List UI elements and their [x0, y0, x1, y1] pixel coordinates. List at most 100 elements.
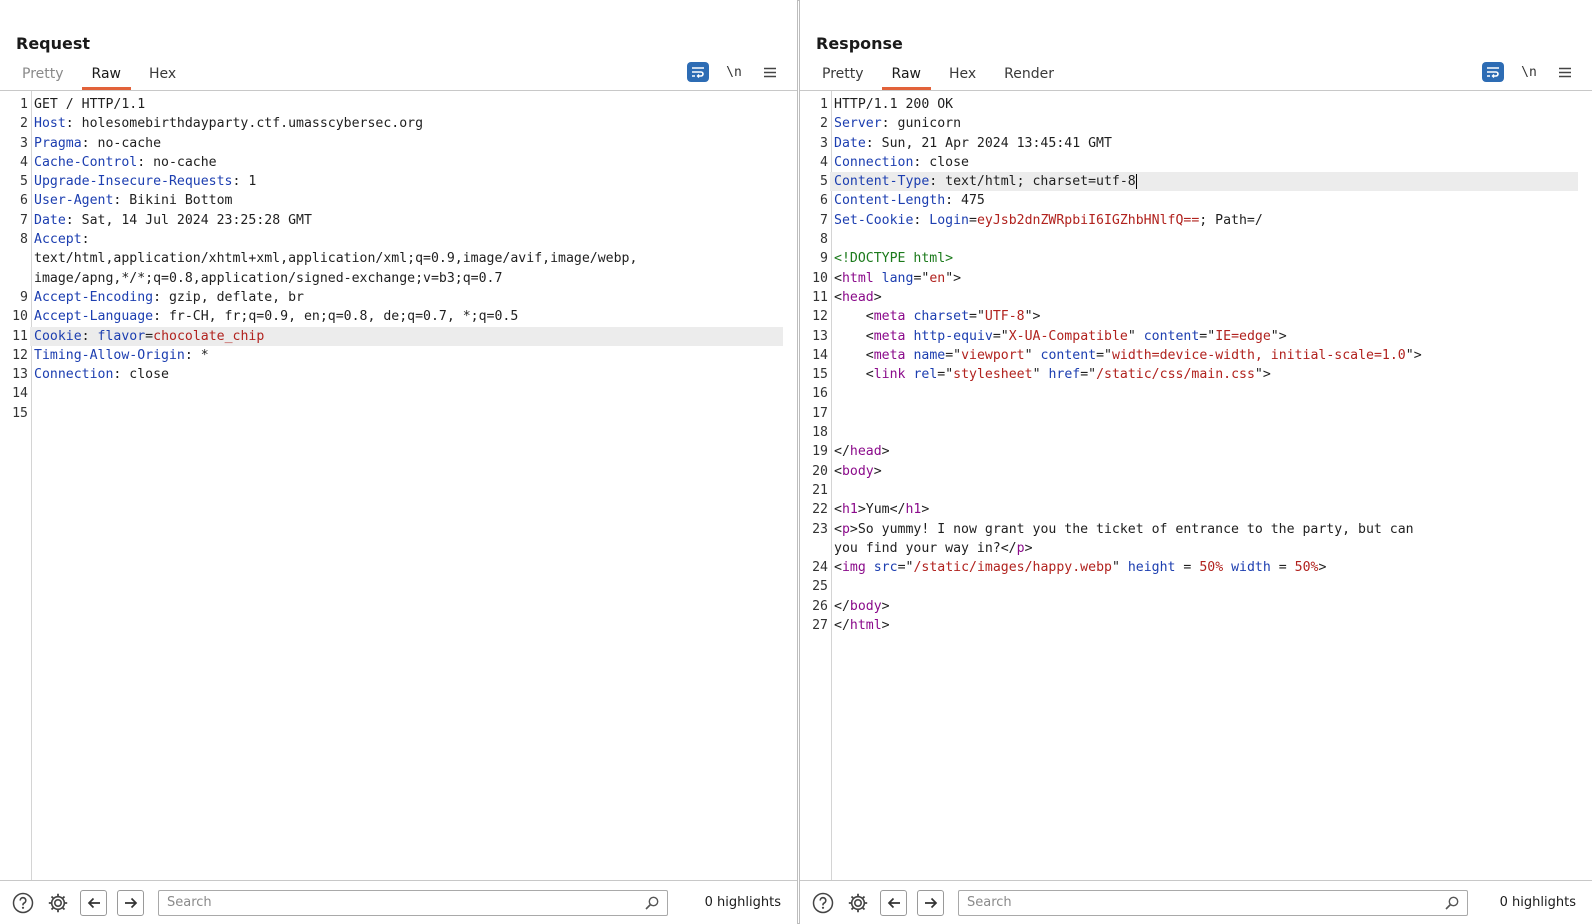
code-line[interactable]: 11 Cookie: flavor=chocolate_chip [0, 326, 783, 346]
line-text[interactable]: <head> [830, 288, 1578, 307]
search-input[interactable] [967, 895, 1445, 910]
code-line[interactable]: 15 [0, 404, 783, 423]
line-text[interactable]: </html> [830, 616, 1578, 635]
menu-button[interactable] [759, 62, 781, 82]
tab-pretty[interactable]: Pretty [808, 62, 878, 90]
code-line[interactable]: 20 <body> [800, 462, 1578, 481]
line-text[interactable]: Date: Sun, 21 Apr 2024 13:45:41 GMT [830, 134, 1578, 153]
line-text[interactable] [30, 384, 783, 403]
previous-match-button[interactable] [80, 889, 107, 916]
tab-raw[interactable]: Raw [78, 62, 135, 90]
line-text[interactable]: Connection: close [30, 365, 783, 384]
code-line[interactable]: 5 Content-Type: text/html; charset=utf-8 [800, 172, 1578, 192]
code-line[interactable]: 14 [0, 384, 783, 403]
line-text[interactable]: <img src="/static/images/happy.webp" hei… [830, 558, 1578, 577]
code-line[interactable]: 6 User-Agent: Bikini Bottom [0, 191, 783, 210]
code-line[interactable]: 8 [800, 230, 1578, 249]
code-line[interactable]: 12 <meta charset="UTF-8"> [800, 307, 1578, 326]
line-text[interactable] [830, 230, 1578, 249]
code-line[interactable]: 24 <img src="/static/images/happy.webp" h… [800, 558, 1578, 577]
request-editor[interactable]: 1 GET / HTTP/1.1 2 Host: holesomebirthdaypa… [0, 90, 797, 880]
code-line[interactable]: 15 <link rel="stylesheet" href="/static/… [800, 365, 1578, 384]
line-text[interactable]: Content-Length: 475 [830, 191, 1578, 210]
code-line[interactable]: 22 <h1>Yum</h1> [800, 500, 1578, 519]
line-text[interactable]: Cache-Control: no-cache [30, 153, 783, 172]
code-line[interactable]: 4 Cache-Control: no-cache [0, 153, 783, 172]
next-match-button[interactable] [917, 889, 944, 916]
menu-button[interactable] [1554, 62, 1576, 82]
show-newlines-button[interactable]: \n [1518, 62, 1540, 82]
code-line[interactable]: 3 Date: Sun, 21 Apr 2024 13:45:41 GMT [800, 134, 1578, 153]
line-text[interactable]: Pragma: no-cache [30, 134, 783, 153]
line-text[interactable]: Accept: text/html,application/xhtml+xml,a… [30, 230, 783, 288]
tab-hex[interactable]: Hex [935, 62, 990, 90]
code-line[interactable]: 8 Accept: text/html,application/xhtml+xml,… [0, 230, 783, 288]
code-line[interactable]: 13 Connection: close [0, 365, 783, 384]
settings-button[interactable] [45, 890, 70, 915]
line-text[interactable]: </head> [830, 442, 1578, 461]
line-text[interactable] [830, 577, 1578, 596]
line-text[interactable]: Cookie: flavor=chocolate_chip [30, 326, 783, 346]
tab-pretty[interactable]: Pretty [8, 62, 78, 90]
code-line[interactable]: 23 <p>So yummy! I now grant you the ticke… [800, 520, 1578, 559]
line-text[interactable]: Host: holesomebirthdayparty.ctf.umasscyb… [30, 114, 783, 133]
line-text[interactable]: Set-Cookie: Login=eyJsb2dnZWRpbiI6IGZhbH… [830, 211, 1578, 230]
code-line[interactable]: 27 </html> [800, 616, 1578, 635]
line-text[interactable]: <body> [830, 462, 1578, 481]
line-text[interactable]: <html lang="en"> [830, 269, 1578, 288]
line-text[interactable] [830, 481, 1578, 500]
code-line[interactable]: 13 <meta http-equiv="X-UA-Compatible" co… [800, 327, 1578, 346]
line-text[interactable]: Timing-Allow-Origin: * [30, 346, 783, 365]
line-text[interactable]: <meta http-equiv="X-UA-Compatible" conte… [830, 327, 1578, 346]
line-text[interactable]: <!DOCTYPE html> [830, 249, 1578, 268]
code-line[interactable]: 6 Content-Length: 475 [800, 191, 1578, 210]
code-line[interactable]: 1 HTTP/1.1 200 OK [800, 95, 1578, 114]
code-line[interactable]: 17 [800, 404, 1578, 423]
code-line[interactable]: 19 </head> [800, 442, 1578, 461]
code-line[interactable]: 1 GET / HTTP/1.1 [0, 95, 783, 114]
tab-hex[interactable]: Hex [135, 62, 190, 90]
code-line[interactable]: 10 <html lang="en"> [800, 269, 1578, 288]
line-text[interactable]: <p>So yummy! I now grant you the ticket … [830, 520, 1578, 559]
code-line[interactable]: 3 Pragma: no-cache [0, 134, 783, 153]
line-text[interactable]: Connection: close [830, 153, 1578, 172]
show-newlines-button[interactable]: \n [723, 62, 745, 82]
line-text[interactable]: Upgrade-Insecure-Requests: 1 [30, 172, 783, 191]
code-line[interactable]: 7 Set-Cookie: Login=eyJsb2dnZWRpbiI6IGZhb… [800, 211, 1578, 230]
line-text[interactable]: HTTP/1.1 200 OK [830, 95, 1578, 114]
code-line[interactable]: 2 Server: gunicorn [800, 114, 1578, 133]
code-line[interactable]: 9 Accept-Encoding: gzip, deflate, br [0, 288, 783, 307]
tab-raw[interactable]: Raw [878, 62, 935, 90]
search-input[interactable] [167, 895, 645, 910]
line-text[interactable]: <meta charset="UTF-8"> [830, 307, 1578, 326]
line-text[interactable]: User-Agent: Bikini Bottom [30, 191, 783, 210]
code-line[interactable]: 2 Host: holesomebirthdayparty.ctf.umasscy… [0, 114, 783, 133]
line-text[interactable]: </body> [830, 597, 1578, 616]
code-line[interactable]: 18 [800, 423, 1578, 442]
line-text[interactable]: Content-Type: text/html; charset=utf-8 [830, 172, 1578, 192]
response-code[interactable]: 1 HTTP/1.1 200 OK 2 Server: gunicorn 3 Date: … [800, 95, 1578, 635]
line-text[interactable] [830, 404, 1578, 423]
line-text[interactable]: <h1>Yum</h1> [830, 500, 1578, 519]
request-code[interactable]: 1 GET / HTTP/1.1 2 Host: holesomebirthdaypa… [0, 95, 783, 423]
search-icon[interactable] [1445, 896, 1459, 910]
wrap-lines-button[interactable] [687, 62, 709, 82]
code-line[interactable]: 5 Upgrade-Insecure-Requests: 1 [0, 172, 783, 191]
code-line[interactable]: 4 Connection: close [800, 153, 1578, 172]
help-button[interactable] [10, 890, 35, 915]
line-text[interactable] [30, 404, 783, 423]
search-icon[interactable] [645, 896, 659, 910]
code-line[interactable]: 26 </body> [800, 597, 1578, 616]
tab-render[interactable]: Render [990, 62, 1068, 90]
code-line[interactable]: 10 Accept-Language: fr-CH, fr;q=0.9, en;q… [0, 307, 783, 326]
code-line[interactable]: 7 Date: Sat, 14 Jul 2024 23:25:28 GMT [0, 211, 783, 230]
code-line[interactable]: 16 [800, 384, 1578, 403]
line-text[interactable]: Accept-Language: fr-CH, fr;q=0.9, en;q=0… [30, 307, 783, 326]
line-text[interactable] [830, 423, 1578, 442]
line-text[interactable]: Date: Sat, 14 Jul 2024 23:25:28 GMT [30, 211, 783, 230]
code-line[interactable]: 11 <head> [800, 288, 1578, 307]
response-editor[interactable]: 1 HTTP/1.1 200 OK 2 Server: gunicorn 3 Date: … [800, 90, 1592, 880]
help-button[interactable] [810, 890, 835, 915]
line-text[interactable]: Server: gunicorn [830, 114, 1578, 133]
code-line[interactable]: 25 [800, 577, 1578, 596]
